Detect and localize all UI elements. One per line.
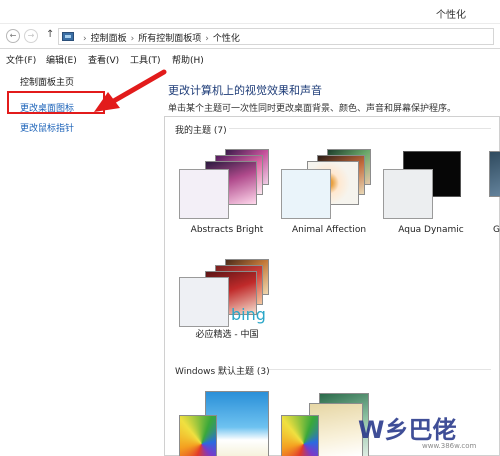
annotation-arrow-icon (94, 69, 167, 112)
sidebar-link-change-mouse-pointer[interactable]: 更改鼠标指针 (20, 121, 74, 134)
breadcrumb-separator: › (130, 34, 135, 44)
group-label-my-themes: 我的主题 (7) (175, 126, 227, 136)
page-title: 更改计算机上的视觉效果和声音 (168, 84, 322, 97)
watermark-url: www.386w.com (422, 442, 477, 450)
themes-panel: 我的主题 (7) Abstracts Bright Animal Affecti… (164, 116, 500, 456)
theme-image-front (489, 151, 500, 197)
breadcrumb-item-all-items[interactable]: 所有控制面板项 (138, 34, 201, 44)
group-divider (229, 128, 491, 129)
address-bar: ← → ↑ › 控制面板 › 所有控制面板项 › 个性化 (0, 24, 500, 49)
theme-name: Animal Affection (291, 225, 367, 235)
control-panel-icon (62, 32, 74, 41)
breadcrumb-separator: › (83, 34, 87, 44)
menu-help[interactable]: 帮助(H) (172, 53, 204, 66)
watermark-logo: W乡巴佬 (358, 416, 457, 444)
page-description: 单击某个主题可一次性同时更改桌面背景、颜色、声音和屏幕保护程序。 (168, 104, 457, 114)
title-bar: 个性化 (0, 0, 500, 24)
breadcrumb-separator: › (205, 34, 209, 44)
theme-animal-affection[interactable]: Animal Affection (279, 145, 381, 241)
theme-windows-default[interactable] (177, 387, 279, 456)
theme-name: 必应精选 - 中国 (195, 330, 259, 340)
sidebar-link-control-panel-home[interactable]: 控制面板主页 (20, 75, 74, 88)
theme-color-swatch (179, 277, 229, 327)
window-title: 个性化 (436, 10, 466, 21)
theme-name: Abstracts Bright (190, 225, 264, 235)
theme-color-swatch (383, 169, 433, 219)
breadcrumb-item-personalization[interactable]: 个性化 (213, 34, 240, 44)
menu-bar: 文件(F) 编辑(E) 查看(V) 工具(T) 帮助(H) (0, 50, 500, 68)
breadcrumb: › 控制面板 › 所有控制面板项 › 个性化 (79, 31, 240, 44)
menu-file[interactable]: 文件(F) (6, 53, 36, 66)
address-field[interactable]: › 控制面板 › 所有控制面板项 › 个性化 (58, 28, 494, 45)
theme-partial[interactable]: G (483, 145, 500, 241)
theme-aqua-dynamic[interactable]: Aqua Dynamic (381, 145, 483, 241)
theme-color-swatch (179, 169, 229, 219)
menu-tools[interactable]: 工具(T) (130, 53, 161, 66)
theme-name: Aqua Dynamic (398, 225, 464, 235)
back-arrow-icon[interactable]: ← (6, 29, 20, 43)
sidebar-link-change-desktop-icons[interactable]: 更改桌面图标 (20, 101, 74, 114)
group-divider (269, 369, 491, 370)
up-arrow-icon[interactable]: ↑ (46, 29, 54, 40)
breadcrumb-item-control-panel[interactable]: 控制面板 (91, 34, 127, 44)
forward-arrow-icon[interactable]: → (24, 29, 38, 43)
color-wheel-icon (179, 415, 217, 456)
theme-color-swatch (281, 169, 331, 219)
menu-edit[interactable]: 编辑(E) (46, 53, 77, 66)
group-label-windows-default: Windows 默认主题 (3) (175, 367, 270, 377)
color-wheel-icon (281, 415, 319, 456)
bing-logo: bing (231, 305, 266, 324)
theme-abstracts-bright[interactable]: Abstracts Bright (177, 145, 279, 241)
menu-view[interactable]: 查看(V) (88, 53, 119, 66)
theme-bing-china[interactable]: bing 必应精选 - 中国 (177, 257, 279, 357)
theme-name: G (493, 225, 500, 235)
